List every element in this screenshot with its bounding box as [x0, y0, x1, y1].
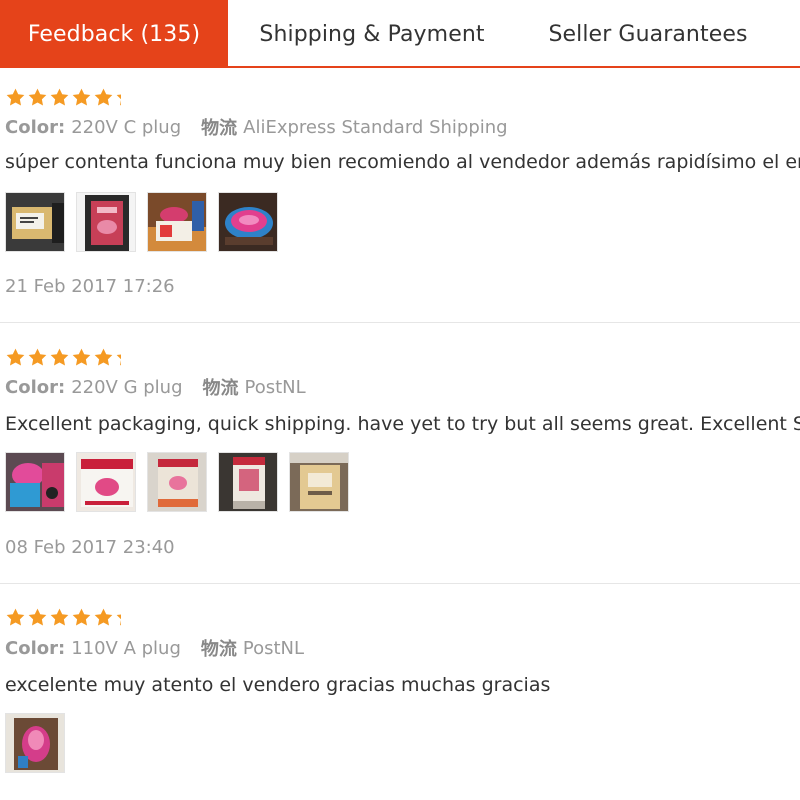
star-partial-icon [115, 347, 121, 368]
color-label: Color: [5, 116, 66, 138]
shipping-label: 物流 [201, 118, 238, 139]
review-photo[interactable] [147, 192, 207, 252]
review-photo[interactable] [289, 452, 349, 512]
review-photo[interactable] [5, 192, 65, 252]
star-icon [71, 347, 92, 368]
review-photo[interactable] [147, 452, 207, 512]
star-icon [71, 87, 92, 108]
star-icon [71, 607, 92, 628]
review-meta: Color: 110V A plug 物流 PostNL [5, 635, 304, 661]
tab-shipping-payment[interactable]: Shipping & Payment [228, 0, 516, 68]
star-icon [5, 607, 26, 628]
tab-feedback[interactable]: Feedback (135) [0, 0, 228, 68]
review-photo[interactable] [76, 192, 136, 252]
review-meta: Color: 220V C plug 物流 AliExpress Standar… [5, 114, 508, 140]
star-icon [93, 607, 114, 628]
shipping-value: PostNL [242, 637, 305, 659]
shipping-value: AliExpress Standard Shipping [243, 116, 508, 138]
review-meta: Color: 220V G plug 物流 PostNL [5, 374, 306, 400]
star-icon [27, 347, 48, 368]
review-photo[interactable] [5, 713, 65, 773]
review-comment: súper contenta funciona muy bien recomie… [5, 151, 800, 173]
star-icon [49, 607, 70, 628]
star-icon [49, 87, 70, 108]
color-value: 110V A plug [71, 637, 181, 659]
color-value: 220V C plug [71, 116, 182, 138]
review-date: 08 Feb 2017 23:40 [5, 537, 175, 558]
star-icon [27, 87, 48, 108]
tab-bar: Feedback (135) Shipping & Payment Seller… [0, 0, 800, 68]
star-partial-icon [115, 87, 121, 108]
review-comment: Excellent packaging, quick shipping. hav… [5, 413, 800, 435]
star-icon [93, 347, 114, 368]
shipping-label: 物流 [200, 639, 237, 660]
color-label: Color: [5, 376, 66, 398]
star-rating [5, 606, 121, 628]
star-icon [49, 347, 70, 368]
review-date: 21 Feb 2017 17:26 [5, 276, 175, 297]
review-comment: excelente muy atento el vendero gracias … [5, 674, 551, 696]
review-photo[interactable] [5, 452, 65, 512]
review-photo[interactable] [218, 192, 278, 252]
star-icon [93, 87, 114, 108]
star-icon [27, 607, 48, 628]
review-photo[interactable] [218, 452, 278, 512]
shipping-label: 物流 [202, 378, 239, 399]
tab-seller-guarantees[interactable]: Seller Guarantees [516, 0, 780, 68]
star-partial-icon [115, 607, 121, 628]
color-label: Color: [5, 637, 66, 659]
color-value: 220V G plug [71, 376, 183, 398]
star-rating [5, 86, 121, 108]
star-rating [5, 346, 121, 368]
star-icon [5, 347, 26, 368]
review-divider [0, 322, 800, 323]
shipping-value: PostNL [244, 376, 306, 398]
star-icon [5, 87, 26, 108]
review-divider [0, 583, 800, 584]
review-photo[interactable] [76, 452, 136, 512]
